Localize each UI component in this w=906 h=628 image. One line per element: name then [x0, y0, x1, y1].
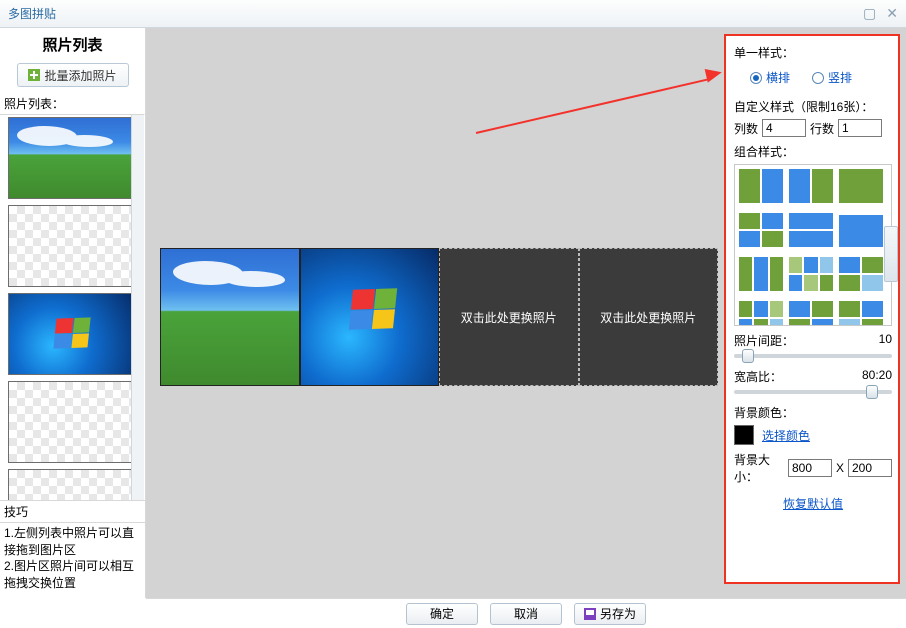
- template-6[interactable]: [839, 213, 883, 247]
- ratio-slider-thumb[interactable]: [866, 385, 878, 399]
- collage-strip: 双击此处更换照片 双击此处更换照片: [160, 248, 718, 386]
- template-2[interactable]: [789, 169, 833, 203]
- bgcolor-label: 背景颜色：: [734, 404, 892, 421]
- template-7[interactable]: [739, 257, 783, 291]
- left-panel: 照片列表 批量添加照片 照片列表： 技巧 1.左侧列表中照片可以直接拖到图片区 …: [0, 28, 146, 598]
- template-10[interactable]: [739, 301, 783, 326]
- choose-color-link[interactable]: 选择颜色: [762, 427, 810, 444]
- window-controls: ▢ ✕: [863, 5, 898, 22]
- gap-slider-track[interactable]: [734, 354, 892, 358]
- cancel-button[interactable]: 取消: [490, 603, 562, 625]
- list-scrollbar[interactable]: [131, 115, 145, 500]
- bgsize-label: 背景大小：: [734, 451, 784, 485]
- single-style-label: 单一样式：: [734, 44, 892, 61]
- thumbnail-1[interactable]: [8, 117, 136, 199]
- combo-style-label: 组合样式：: [734, 143, 892, 160]
- template-9[interactable]: [839, 257, 883, 291]
- thumbnail-5[interactable]: [8, 469, 136, 500]
- gap-label: 照片间距：: [734, 332, 794, 349]
- radio-horizontal[interactable]: 横排: [750, 69, 790, 86]
- collage-cell-2[interactable]: [300, 248, 440, 386]
- panel-scrollbar[interactable]: [884, 226, 898, 282]
- thumbnail-4[interactable]: [8, 381, 136, 463]
- cell-placeholder: 双击此处更换照片: [600, 309, 696, 326]
- maximize-icon[interactable]: ▢: [863, 5, 876, 22]
- bulk-add-label: 批量添加照片: [44, 67, 116, 84]
- template-4[interactable]: [739, 213, 783, 247]
- ratio-slider-row: 宽高比： 80:20: [734, 368, 892, 398]
- gap-value: 10: [879, 332, 892, 349]
- bulk-add-button[interactable]: 批量添加照片: [17, 63, 129, 87]
- titlebar: 多图拼贴 ▢ ✕: [0, 0, 906, 28]
- save-icon: [584, 608, 596, 620]
- photo-list-label: 照片列表：: [0, 93, 145, 114]
- template-8[interactable]: [789, 257, 833, 291]
- rows-label: 行数: [810, 120, 834, 137]
- thumbnail-2-bg[interactable]: [8, 205, 136, 287]
- ratio-value: 80:20: [862, 368, 892, 385]
- template-12[interactable]: [839, 301, 883, 326]
- photo-list[interactable]: [0, 114, 145, 500]
- close-icon[interactable]: ✕: [886, 5, 898, 22]
- cols-input[interactable]: [762, 119, 806, 137]
- gap-slider-thumb[interactable]: [742, 349, 754, 363]
- thumbnail-3[interactable]: [8, 293, 136, 375]
- tip-2: 2.图片区照片间可以相互拖拽交换位置: [4, 558, 141, 592]
- template-1[interactable]: [739, 169, 783, 203]
- custom-style-label: 自定义样式（限制16张）：: [734, 98, 892, 115]
- cell-placeholder: 双击此处更换照片: [461, 309, 557, 326]
- template-5[interactable]: [789, 213, 833, 247]
- plus-icon: [28, 69, 40, 81]
- ratio-label: 宽高比：: [734, 368, 782, 385]
- tip-1: 1.左侧列表中照片可以直接拖到图片区: [4, 525, 141, 559]
- gap-slider-row: 照片间距： 10: [734, 332, 892, 362]
- restore-defaults-link[interactable]: 恢复默认值: [783, 497, 843, 511]
- bgcolor-swatch[interactable]: [734, 425, 754, 445]
- bg-width-input[interactable]: [788, 459, 832, 477]
- bg-x-label: X: [836, 461, 844, 475]
- bottom-bar: 确定 取消 另存为: [146, 598, 906, 628]
- template-grid[interactable]: [734, 164, 892, 326]
- radio-vertical[interactable]: 竖排: [812, 69, 852, 86]
- radio-icon: [812, 72, 824, 84]
- radio-icon: [750, 72, 762, 84]
- template-3[interactable]: [839, 169, 883, 203]
- ok-button[interactable]: 确定: [406, 603, 478, 625]
- collage-cell-3[interactable]: 双击此处更换照片: [439, 248, 579, 386]
- tips-label: 技巧: [0, 500, 145, 522]
- cols-label: 列数: [734, 120, 758, 137]
- left-header: 照片列表: [0, 28, 145, 59]
- collage-cell-4[interactable]: 双击此处更换照片: [579, 248, 719, 386]
- bg-height-input[interactable]: [848, 459, 892, 477]
- window-title: 多图拼贴: [8, 5, 863, 22]
- rows-input[interactable]: [838, 119, 882, 137]
- tips-body: 1.左侧列表中照片可以直接拖到图片区 2.图片区照片间可以相互拖拽交换位置: [0, 522, 145, 598]
- collage-cell-1[interactable]: [160, 248, 300, 386]
- template-11[interactable]: [789, 301, 833, 326]
- saveas-button[interactable]: 另存为: [574, 603, 646, 625]
- right-panel: 单一样式： 横排 竖排 自定义样式（限制16张）： 列数 行数 组合样式：: [724, 34, 900, 584]
